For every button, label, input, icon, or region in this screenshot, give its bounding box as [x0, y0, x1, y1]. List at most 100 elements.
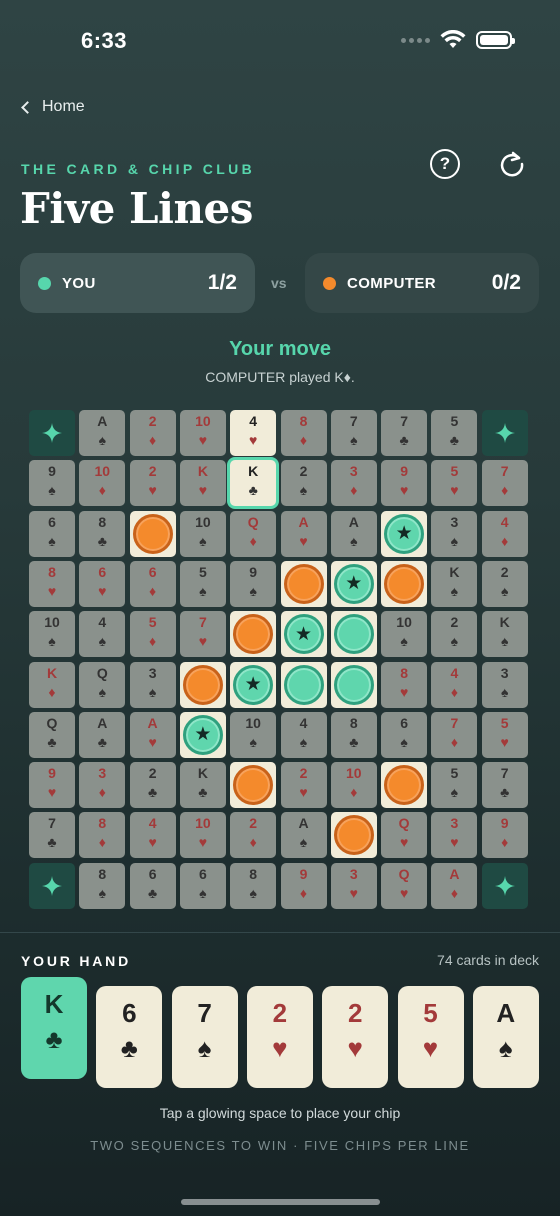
- board-space[interactable]: 7 ♣: [29, 812, 75, 859]
- board-space[interactable]: K ♠: [431, 560, 478, 607]
- board-space[interactable]: 2 ♦: [230, 812, 277, 859]
- board-space[interactable]: Q ♠: [79, 661, 126, 708]
- help-button[interactable]: ?: [430, 149, 460, 179]
- hand-card[interactable]: 2 ♥: [322, 986, 389, 1088]
- board-space[interactable]: 8 ♣: [79, 510, 126, 557]
- board-space[interactable]: 10 ♥: [179, 410, 226, 456]
- board-space[interactable]: 10 ♠: [381, 611, 428, 658]
- board-space[interactable]: 2 ♠: [481, 560, 528, 607]
- board-corner[interactable]: [481, 410, 528, 456]
- board-space[interactable]: 7 ♠: [330, 410, 377, 456]
- board-space[interactable]: K ♣: [230, 460, 277, 507]
- board-space[interactable]: 3 ♥: [431, 812, 478, 859]
- board-corner[interactable]: [29, 410, 75, 456]
- board-space[interactable]: 6 ♥: [79, 560, 126, 607]
- board-space-chip[interactable]: ★: [230, 661, 277, 708]
- board-space[interactable]: 9 ♠: [29, 460, 75, 507]
- board-space[interactable]: K ♦: [29, 661, 75, 708]
- board-space-chip[interactable]: [280, 661, 327, 708]
- board-space[interactable]: K ♠: [481, 611, 528, 658]
- board-space[interactable]: 7 ♥: [179, 611, 226, 658]
- board-space[interactable]: 8 ♣: [330, 711, 377, 758]
- board-space[interactable]: 10 ♠: [29, 611, 75, 658]
- board-space[interactable]: 8 ♥: [29, 560, 75, 607]
- board-space[interactable]: 4 ♠: [280, 711, 327, 758]
- board-space[interactable]: 4 ♥: [230, 410, 277, 456]
- board-space[interactable]: Q ♣: [29, 711, 75, 758]
- board-space[interactable]: Q ♦: [230, 510, 277, 557]
- board-space[interactable]: A ♠: [79, 410, 126, 456]
- board-space[interactable]: 6 ♠: [29, 510, 75, 557]
- board-space-chip[interactable]: [330, 812, 377, 859]
- board-space[interactable]: 4 ♦: [431, 661, 478, 708]
- board-space[interactable]: K ♣: [179, 762, 226, 809]
- board-space[interactable]: 8 ♠: [230, 862, 277, 909]
- board-space[interactable]: 4 ♦: [481, 510, 528, 557]
- board-space[interactable]: 2 ♠: [280, 460, 327, 507]
- board-space[interactable]: 9 ♥: [29, 762, 75, 809]
- hand-card[interactable]: K ♣: [21, 977, 87, 1079]
- board-space[interactable]: 9 ♠: [230, 560, 277, 607]
- board-space[interactable]: 9 ♥: [381, 460, 428, 507]
- board-space[interactable]: 3 ♦: [330, 460, 377, 507]
- board-space[interactable]: 8 ♦: [280, 410, 327, 456]
- board-space[interactable]: 10 ♠: [179, 510, 226, 557]
- hand-card[interactable]: 7 ♠: [171, 986, 238, 1088]
- board-space-chip[interactable]: [280, 560, 327, 607]
- hand-card[interactable]: A ♠: [472, 986, 539, 1088]
- board-space[interactable]: 7 ♣: [481, 762, 528, 809]
- restart-button[interactable]: [497, 149, 527, 184]
- board-space[interactable]: A ♣: [79, 711, 126, 758]
- board-space[interactable]: 3 ♠: [129, 661, 176, 708]
- board-space[interactable]: 10 ♠: [230, 711, 277, 758]
- home-indicator[interactable]: [181, 1199, 380, 1205]
- board-space-chip[interactable]: [230, 611, 277, 658]
- hand-card[interactable]: 6 ♣: [96, 986, 163, 1088]
- back-button[interactable]: Home: [20, 98, 85, 116]
- board-space[interactable]: 7 ♣: [381, 410, 428, 456]
- board-space[interactable]: 5 ♦: [129, 611, 176, 658]
- board-space[interactable]: 8 ♠: [79, 862, 126, 909]
- board-space-chip[interactable]: [230, 762, 277, 809]
- board-space-chip[interactable]: ★: [280, 611, 327, 658]
- board-space[interactable]: 5 ♠: [179, 560, 226, 607]
- board-space-chip[interactable]: ★: [179, 711, 226, 758]
- board-space[interactable]: 2 ♠: [431, 611, 478, 658]
- board-space-chip[interactable]: [381, 762, 428, 809]
- board-space[interactable]: 3 ♦: [79, 762, 126, 809]
- board-space[interactable]: 4 ♥: [129, 812, 176, 859]
- board-space[interactable]: 3 ♠: [481, 661, 528, 708]
- board-space[interactable]: K ♥: [179, 460, 226, 507]
- board-space[interactable]: 2 ♥: [280, 762, 327, 809]
- hand-card[interactable]: 2 ♥: [246, 986, 313, 1088]
- board-space[interactable]: 3 ♠: [431, 510, 478, 557]
- board-space[interactable]: 5 ♣: [431, 410, 478, 456]
- hand-card[interactable]: 5 ♥: [397, 986, 464, 1088]
- board-space[interactable]: 9 ♦: [280, 862, 327, 909]
- board-space[interactable]: 5 ♥: [481, 711, 528, 758]
- board-space[interactable]: 6 ♦: [129, 560, 176, 607]
- board-space[interactable]: A ♠: [330, 510, 377, 557]
- board-space[interactable]: 6 ♠: [179, 862, 226, 909]
- board-space[interactable]: 7 ♦: [481, 460, 528, 507]
- board-space[interactable]: 10 ♥: [179, 812, 226, 859]
- board-space[interactable]: 6 ♠: [381, 711, 428, 758]
- board-space[interactable]: Q ♥: [381, 862, 428, 909]
- board-space[interactable]: 5 ♥: [431, 460, 478, 507]
- board-space-chip[interactable]: [129, 510, 176, 557]
- board-space[interactable]: A ♠: [280, 812, 327, 859]
- board-space[interactable]: 5 ♠: [431, 762, 478, 809]
- board-space[interactable]: 6 ♣: [129, 862, 176, 909]
- board-space[interactable]: A ♦: [431, 862, 478, 909]
- board-space-chip[interactable]: [330, 661, 377, 708]
- board-space[interactable]: A ♥: [280, 510, 327, 557]
- board-space-chip[interactable]: ★: [330, 560, 377, 607]
- board-corner[interactable]: [481, 862, 528, 909]
- board-space[interactable]: 3 ♥: [330, 862, 377, 909]
- board-space-chip[interactable]: [179, 661, 226, 708]
- board-space[interactable]: 7 ♦: [431, 711, 478, 758]
- board-space[interactable]: 8 ♥: [381, 661, 428, 708]
- board-space[interactable]: 10 ♦: [330, 762, 377, 809]
- board-space[interactable]: 4 ♠: [79, 611, 126, 658]
- board-space[interactable]: 2 ♣: [129, 762, 176, 809]
